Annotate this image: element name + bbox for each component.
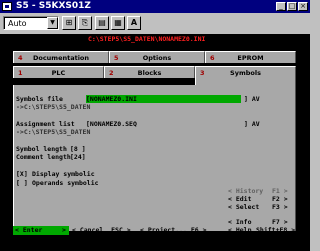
symbol-length-label: Symbol length — [16, 145, 67, 153]
enter-label: < Enter — [15, 226, 43, 234]
symbols-file-input[interactable]: [NONAMEZ0.INI — [86, 95, 241, 103]
enter-button[interactable]: < Enter > — [13, 226, 69, 235]
tab-label: Options — [142, 54, 172, 62]
assignment-list-label: Assignment list — [16, 120, 75, 128]
tab-label: EPROM — [237, 54, 264, 62]
tab-documentation[interactable]: 4 Documentation — [13, 51, 109, 63]
maximize-button[interactable]: □ — [287, 2, 297, 11]
ini-file-path: C:\STEP5\S5_DATEN\NONAMEZ0.INI — [88, 35, 206, 43]
tab-blocks[interactable]: 2 Blocks — [104, 66, 195, 78]
fn-key-f3: F3 > — [272, 203, 288, 211]
tab-label: PLC — [51, 69, 66, 77]
mark-icon[interactable]: ▤ — [95, 16, 109, 30]
dos-console: C:\STEP5\S5_DATEN\NONAMEZ0.INI 4 Documen… — [0, 34, 310, 251]
enter-end: > — [62, 226, 66, 234]
fn-key-edit[interactable]: < Edit — [228, 195, 251, 203]
project-button[interactable]: < Project... F6 > — [140, 226, 207, 234]
comment-length-input[interactable]: [24] — [70, 153, 86, 161]
font-icon[interactable]: A — [127, 16, 141, 30]
close-button[interactable]: × — [298, 2, 308, 11]
tab-label: Symbols — [230, 69, 261, 77]
window-title: S5 - S5KXS01Z — [16, 1, 91, 11]
tab-symbols[interactable]: 3 Symbols — [195, 66, 296, 85]
fn-key-f2: F2 > — [272, 195, 288, 203]
assignment-list-path: ->C:\STEP5\S5_DATEN — [16, 128, 91, 136]
symbols-file-path: ->C:\STEP5\S5_DATEN — [16, 103, 91, 111]
tab-plc[interactable]: 1 PLC — [13, 66, 104, 78]
app-icon[interactable] — [2, 2, 12, 11]
minimize-button[interactable]: _ — [276, 2, 286, 11]
font-size-value: Auto — [8, 19, 27, 28]
symbols-file-label: Symbols file — [16, 95, 63, 103]
tab-label: Documentation — [32, 54, 90, 62]
operands-symbolic-label: Operands symbolic — [32, 179, 99, 187]
display-symbolic-checkbox[interactable]: [X] — [16, 170, 28, 178]
chevron-down-icon[interactable]: ▼ — [47, 17, 58, 29]
cancel-button[interactable]: < Cancel ESC > — [72, 226, 131, 234]
window-icon[interactable]: ▦ — [111, 16, 125, 30]
assignment-list-suffix: ] AV — [244, 120, 260, 128]
grid-icon[interactable]: ⊞ — [62, 16, 76, 30]
toolbar: Auto ▼ ⊞ ⎘ ▤ ▦ A — [0, 13, 310, 33]
fn-key-help[interactable]: < Help — [228, 226, 251, 234]
symbols-file-suffix: ] AV — [244, 95, 260, 103]
tab-eprom[interactable]: 6 EPROM — [205, 51, 296, 63]
fn-key-info[interactable]: < Info — [228, 218, 251, 226]
tab-options[interactable]: 5 Options — [109, 51, 205, 63]
operands-symbolic-checkbox[interactable]: [ ] — [16, 179, 28, 187]
font-size-select[interactable]: Auto ▼ — [3, 16, 59, 30]
title-bar: S5 - S5KXS01Z _ □ × — [0, 0, 310, 13]
fn-key-select[interactable]: < Select — [228, 203, 259, 211]
assignment-list-input[interactable]: [NONAMEZ0.SEQ — [86, 120, 137, 128]
copy-icon[interactable]: ⎘ — [78, 16, 92, 30]
display-symbolic-label: Display symbolic — [32, 170, 95, 178]
fn-key-f7: F7 > — [272, 218, 288, 226]
tab-label: Blocks — [137, 69, 162, 77]
fn-key-history[interactable]: < History — [228, 187, 263, 195]
fn-key-f1: F1 > — [272, 187, 288, 195]
fn-key-shift-f8: Shift+F8 > — [256, 226, 296, 234]
symbol-length-input[interactable]: [8 ] — [70, 145, 86, 153]
comment-length-label: Comment length — [16, 153, 71, 161]
